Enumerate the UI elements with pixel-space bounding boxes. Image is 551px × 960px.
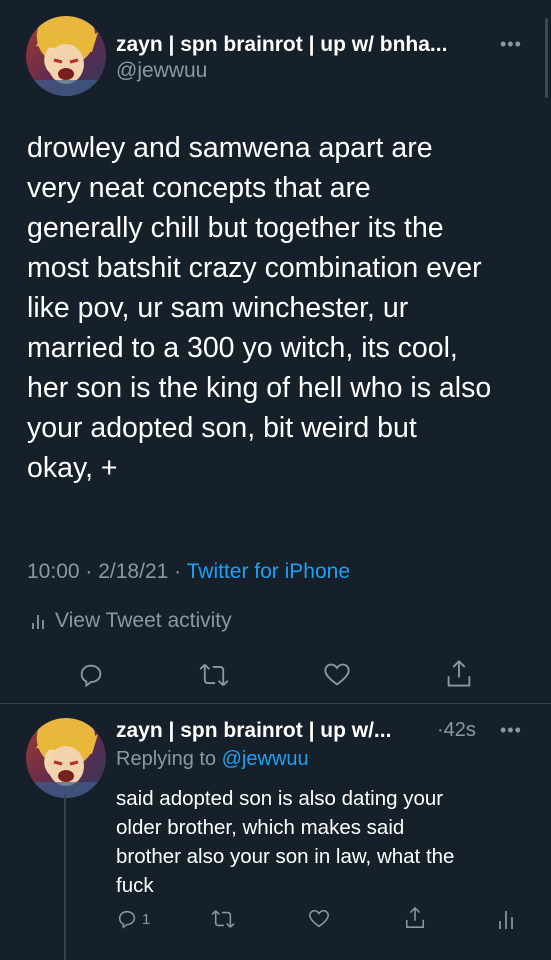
section-divider xyxy=(0,703,551,704)
tweet-date: 2/18/21 xyxy=(98,560,169,583)
author-name[interactable]: zayn | spn brainrot | up w/ bnha... xyxy=(116,33,447,57)
meta-separator: · xyxy=(437,719,444,741)
meta-separator: · xyxy=(85,560,99,583)
reply-age-value: 42s xyxy=(443,719,476,741)
view-tweet-activity-button[interactable]: View Tweet activity xyxy=(29,609,232,633)
reply-age: ·42s xyxy=(437,719,476,742)
meta-separator: · xyxy=(174,560,187,583)
share-icon[interactable] xyxy=(445,659,473,689)
retweet-icon[interactable] xyxy=(199,661,229,689)
reply-text: said adopted son is also dating your old… xyxy=(116,787,455,897)
reply-icon xyxy=(118,910,136,929)
reply-count: 1 xyxy=(142,910,151,928)
tweet-meta: 10:00 · 2/18/21 · Twitter for iPhone xyxy=(27,560,350,584)
tweet-text: drowley and samwena apart are very neat … xyxy=(27,132,492,484)
thread-connector-line xyxy=(64,795,66,960)
like-icon[interactable] xyxy=(323,661,351,689)
avatar-illustration xyxy=(26,722,106,798)
replying-to: Replying to @jewwuu xyxy=(116,748,309,771)
author-avatar[interactable] xyxy=(26,16,106,96)
analytics-icon[interactable] xyxy=(496,908,516,930)
tweet-time: 10:00 xyxy=(27,560,80,583)
reply-author-avatar[interactable] xyxy=(26,718,106,798)
reply-icon[interactable] xyxy=(77,661,105,689)
replying-to-handle[interactable]: @jewwuu xyxy=(222,748,309,770)
avatar-illustration xyxy=(26,20,106,96)
like-icon[interactable] xyxy=(308,908,330,930)
tweet-source-link[interactable]: Twitter for iPhone xyxy=(187,560,350,583)
more-horizontal-icon[interactable]: ••• xyxy=(500,34,522,55)
scrollbar[interactable] xyxy=(545,18,548,98)
analytics-icon xyxy=(32,615,44,629)
more-horizontal-icon[interactable]: ••• xyxy=(500,720,522,741)
view-tweet-activity-label: View Tweet activity xyxy=(55,609,232,632)
replying-to-label: Replying to xyxy=(116,748,217,770)
share-icon[interactable] xyxy=(404,906,426,930)
retweet-icon[interactable] xyxy=(211,908,235,930)
reply-button[interactable]: 1 xyxy=(116,908,150,930)
author-handle[interactable]: @jewwuu xyxy=(116,59,207,83)
reply-author-name[interactable]: zayn | spn brainrot | up w/... xyxy=(116,719,391,743)
